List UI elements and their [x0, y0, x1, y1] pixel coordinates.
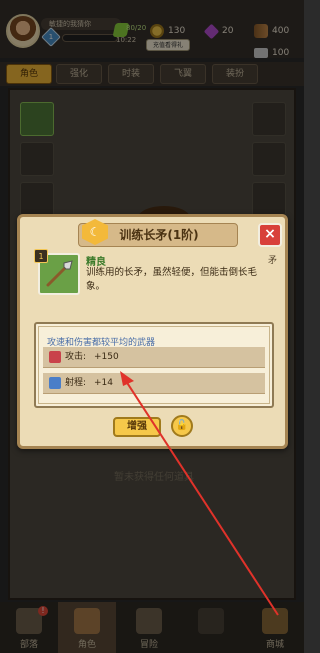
item-detail-dialog: 训练长矛(1阶) ☾ × 1 精良 矛 训练用的长矛，虽然轻便，但能击倒长毛象。…: [17, 214, 288, 449]
attack-label: 攻击:: [65, 352, 87, 362]
unlock-icon: 🔓: [175, 420, 189, 431]
stat-panel: 攻速和伤害都较平均的武器 攻击: +150 射程: +14: [34, 322, 274, 408]
range-label: 射程:: [65, 378, 87, 388]
item-type: 矛: [268, 256, 278, 266]
item-level-badge: 1: [34, 249, 48, 263]
stat-row-attack: 攻击: +150: [43, 347, 265, 368]
range-icon: [49, 377, 61, 389]
close-button[interactable]: ×: [258, 223, 282, 247]
attack-icon: [49, 351, 61, 363]
stat-panel-inner: 攻速和伤害都较平均的武器 攻击: +150 射程: +14: [38, 326, 270, 404]
item-description: 训练用的长矛，虽然轻便，但能击倒长毛象。: [86, 267, 258, 292]
upgrade-button[interactable]: 增强: [113, 417, 161, 437]
unlock-toggle-button[interactable]: 🔓: [171, 415, 193, 437]
range-value: +14: [94, 378, 113, 388]
attack-value: +150: [94, 352, 119, 362]
stat-row-range: 射程: +14: [43, 373, 265, 394]
